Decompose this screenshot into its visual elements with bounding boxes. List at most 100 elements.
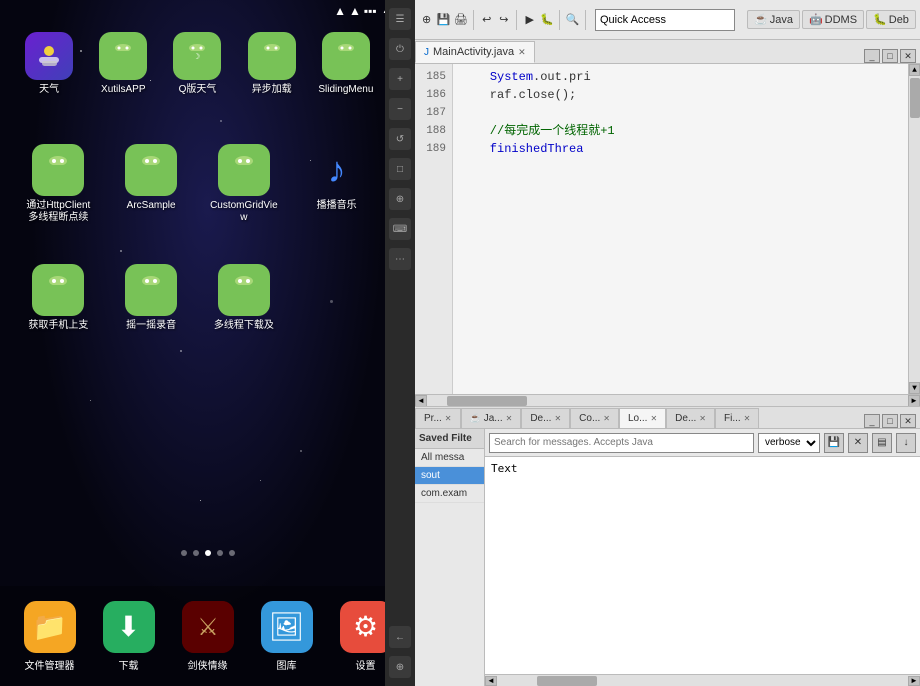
vscroll-down[interactable]: ▼ [909, 382, 920, 394]
debug2-tab-close[interactable]: ✕ [554, 414, 561, 423]
progress-tab-close[interactable]: ✕ [445, 414, 452, 423]
code-hscrollbar[interactable]: ◄ ► [415, 394, 920, 406]
xutils-icon [99, 32, 147, 80]
app-yaoyao[interactable]: 摇一摇录音 [107, 264, 196, 332]
app-multidown[interactable]: 多线程下载及 [200, 264, 289, 332]
panel-tab-logcat[interactable]: Lo... ✕ [619, 408, 666, 428]
dot-2 [193, 550, 199, 556]
panel-close[interactable]: ✕ [900, 414, 916, 428]
ctrl-vol-up[interactable]: + [389, 68, 411, 90]
panel-tab-files[interactable]: Fi... ✕ [715, 408, 759, 428]
ctrl-keyboard[interactable]: ⌨ [389, 218, 411, 240]
filter-all[interactable]: All messa [415, 449, 484, 467]
logcat-toggle-btn[interactable]: ▤ [872, 433, 892, 453]
app-arc[interactable]: ArcSample [107, 144, 196, 224]
ctrl-screenshot[interactable]: □ [389, 158, 411, 180]
download-label: 下载 [119, 657, 139, 672]
editor-close[interactable]: ✕ [900, 49, 916, 63]
editor-maximize[interactable]: □ [882, 49, 898, 63]
vscroll-up[interactable]: ▲ [909, 64, 920, 76]
tb-run[interactable]: ▶ [522, 10, 537, 30]
vscroll-thumb[interactable] [910, 78, 920, 118]
tab-close-btn[interactable]: ✕ [518, 47, 526, 58]
panel-tab-progress[interactable]: Pr... ✕ [415, 408, 461, 428]
code-lines: System.out.pri raf.close(); //每完成一个线程就+1… [453, 64, 908, 394]
app-http[interactable]: 通过HttpClient多线程断点续 [14, 144, 103, 224]
panel-minimize[interactable]: _ [864, 414, 880, 428]
verbose-select[interactable]: verbose debug info warn error [758, 433, 820, 453]
logcat-scroll-left[interactable]: ◄ [485, 676, 497, 686]
ctrl-more[interactable]: ⋯ [389, 248, 411, 270]
quick-access-input[interactable] [595, 9, 735, 31]
logcat-scroll-right[interactable]: ► [908, 676, 920, 686]
code-line-188: //每完成一个线程就+1 [461, 122, 900, 140]
ctrl-zoom[interactable]: ⊕ [389, 188, 411, 210]
files2-tab-close[interactable]: ✕ [744, 414, 751, 423]
tab-filename: MainActivity.java [433, 46, 514, 58]
tb-new[interactable]: ⊕ [419, 10, 434, 30]
app-getphone[interactable]: 获取手机上支 [14, 264, 103, 332]
app-yibu[interactable]: 异步加载 [237, 32, 307, 96]
panel-tab-debug[interactable]: De... ✕ [521, 408, 570, 428]
dock-settings[interactable]: ⚙ 设置 [340, 601, 392, 672]
logcat-hscrollbar[interactable]: ◄ ► [485, 674, 920, 686]
ctrl-menu[interactable]: ☰ [389, 8, 411, 30]
tb-redo[interactable]: ↪ [496, 10, 511, 30]
logcat-save-btn[interactable]: 💾 [824, 433, 844, 453]
separator-1 [473, 10, 474, 30]
tb-save[interactable]: 💾 [436, 10, 451, 30]
ctrl-home[interactable]: ⊕ [389, 656, 411, 678]
app-music[interactable]: ♪ 播播音乐 [292, 144, 381, 224]
dock-gallery[interactable]: 🖼 图库 [261, 601, 313, 672]
app-sliding[interactable]: SlidingMenu [311, 32, 381, 96]
code-vscrollbar[interactable]: ▲ ▼ [908, 64, 920, 394]
tb-debug-run[interactable]: 🐛 [539, 10, 554, 30]
code-line-186: raf.close(); [461, 86, 900, 104]
hscroll-right[interactable]: ► [908, 395, 920, 407]
panel-tab-java[interactable]: ☕ Ja... ✕ [461, 408, 522, 428]
dock-download[interactable]: ⬇ 下载 [103, 601, 155, 672]
perspective-buttons: ☕ Java 🤖 DDMS 🐛 Deb [747, 10, 916, 29]
panel-tab-console[interactable]: Co... ✕ [570, 408, 619, 428]
ctrl-rotate[interactable]: ↺ [389, 128, 411, 150]
ctrl-power[interactable]: ⏻ [389, 38, 411, 60]
ctrl-back[interactable]: ← [389, 626, 411, 648]
tb-undo[interactable]: ↩ [479, 10, 494, 30]
dock-jianxia[interactable]: ⚔ 剑侠情缘 [182, 601, 234, 672]
panel-maximize[interactable]: □ [882, 414, 898, 428]
tb-print[interactable]: 🖨 [453, 10, 468, 30]
perspective-ddms[interactable]: 🤖 DDMS [802, 10, 864, 29]
filter-com[interactable]: com.exam [415, 485, 484, 503]
debug3-tab-close[interactable]: ✕ [699, 414, 706, 423]
hscroll-thumb[interactable] [447, 396, 527, 406]
logcat-content: Saved Filte All messa sout com.exam [415, 429, 920, 686]
tb-search[interactable]: 🔍 [565, 10, 580, 30]
panel-tab-debug3[interactable]: De... ✕ [666, 408, 715, 428]
dock-files[interactable]: 📁 文件管理器 [24, 601, 76, 672]
filter-sout[interactable]: sout [415, 467, 484, 485]
logcat-scroll-thumb[interactable] [537, 676, 597, 686]
app-customgrid[interactable]: CustomGridView [200, 144, 289, 224]
logcat-tab-close[interactable]: ✕ [650, 414, 657, 423]
svg-text:☽: ☽ [193, 52, 200, 61]
perspective-java[interactable]: ☕ Java [747, 10, 800, 29]
editor-minimize[interactable]: _ [864, 49, 880, 63]
multidown-icon [218, 264, 270, 316]
code-editor[interactable]: 185 186 187 188 189 System.out.pri raf.c… [415, 64, 920, 394]
getphone-label: 获取手机上支 [28, 320, 88, 332]
logcat-search-input[interactable] [489, 433, 754, 453]
java2-tab-close[interactable]: ✕ [506, 414, 513, 423]
perspective-debug[interactable]: 🐛 Deb [866, 10, 916, 29]
customgrid-label: CustomGridView [209, 200, 279, 224]
logcat-clear-btn[interactable]: ✕ [848, 433, 868, 453]
editor-tab-mainactivity[interactable]: J MainActivity.java ✕ [415, 41, 535, 63]
console-tab-close[interactable]: ✕ [603, 414, 610, 423]
logcat-scroll-btn[interactable]: ↓ [896, 433, 916, 453]
hscroll-left[interactable]: ◄ [415, 395, 427, 407]
yaoyao-label: 摇一摇录音 [126, 320, 176, 332]
app-tianqi[interactable]: 天气 [14, 32, 84, 96]
app-xutils[interactable]: XutilsAPP [88, 32, 158, 96]
ddms-label: DDMS [825, 14, 857, 26]
app-qtianqi[interactable]: ☽ Q版天气 [162, 32, 232, 96]
ctrl-vol-down[interactable]: − [389, 98, 411, 120]
